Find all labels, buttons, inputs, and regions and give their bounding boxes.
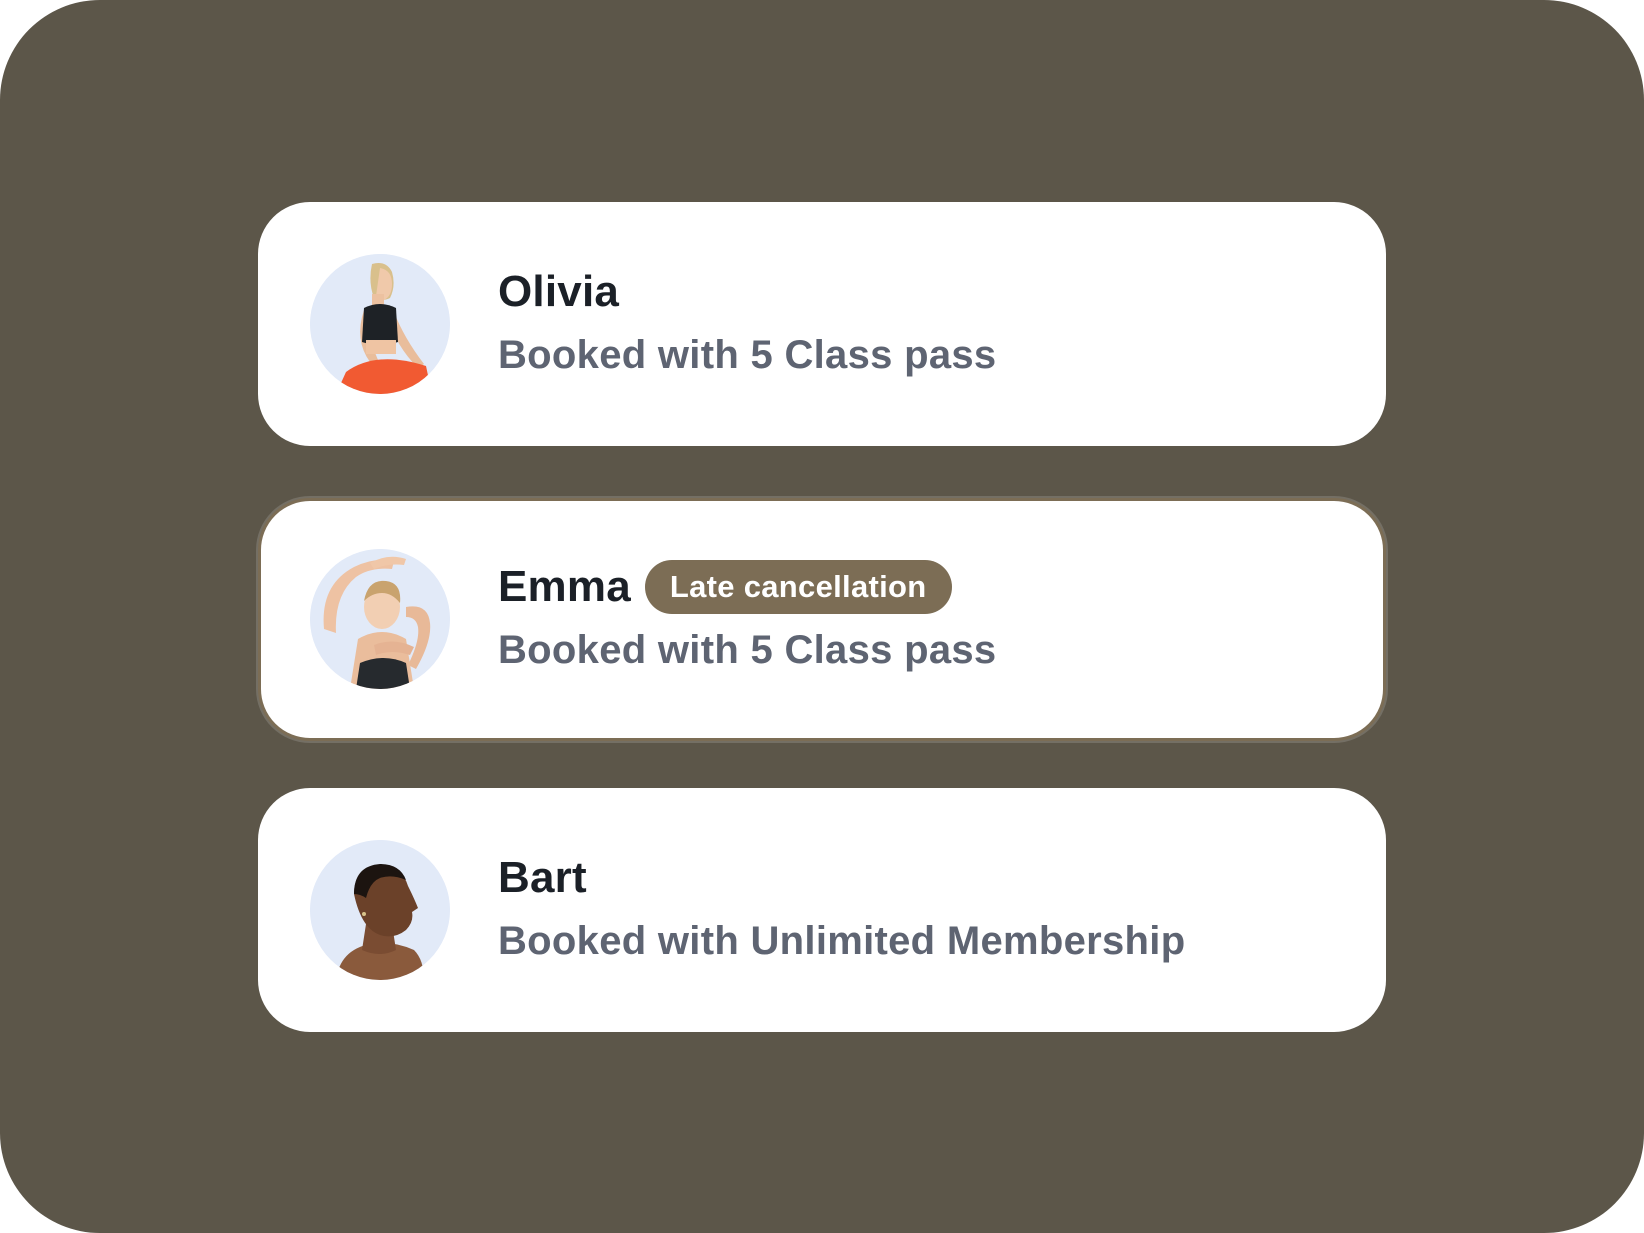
avatar-photo-emma-icon	[310, 549, 450, 689]
customer-name: Emma	[498, 562, 631, 611]
avatar-photo-olivia-icon	[310, 254, 450, 394]
avatar	[310, 254, 450, 394]
customer-name: Bart	[498, 853, 587, 902]
avatar-photo-bart-icon	[310, 840, 450, 980]
booking-subtitle: Booked with 5 Class pass	[498, 333, 997, 377]
booking-subtitle: Booked with Unlimited Membership	[498, 919, 1186, 963]
avatar	[310, 840, 450, 980]
avatar	[310, 549, 450, 689]
booking-card-bart[interactable]: Bart Booked with Unlimited Membership	[258, 788, 1386, 1032]
customer-name: Olivia	[498, 267, 620, 316]
booking-card-emma[interactable]: Emma Late cancellation Booked with 5 Cla…	[258, 498, 1386, 741]
late-cancellation-badge: Late cancellation	[644, 560, 952, 614]
background-panel: Olivia Booked with 5 Class pass Emma Lat…	[0, 0, 1644, 1233]
booking-subtitle: Booked with 5 Class pass	[498, 628, 997, 672]
booking-card-olivia[interactable]: Olivia Booked with 5 Class pass	[258, 202, 1386, 446]
